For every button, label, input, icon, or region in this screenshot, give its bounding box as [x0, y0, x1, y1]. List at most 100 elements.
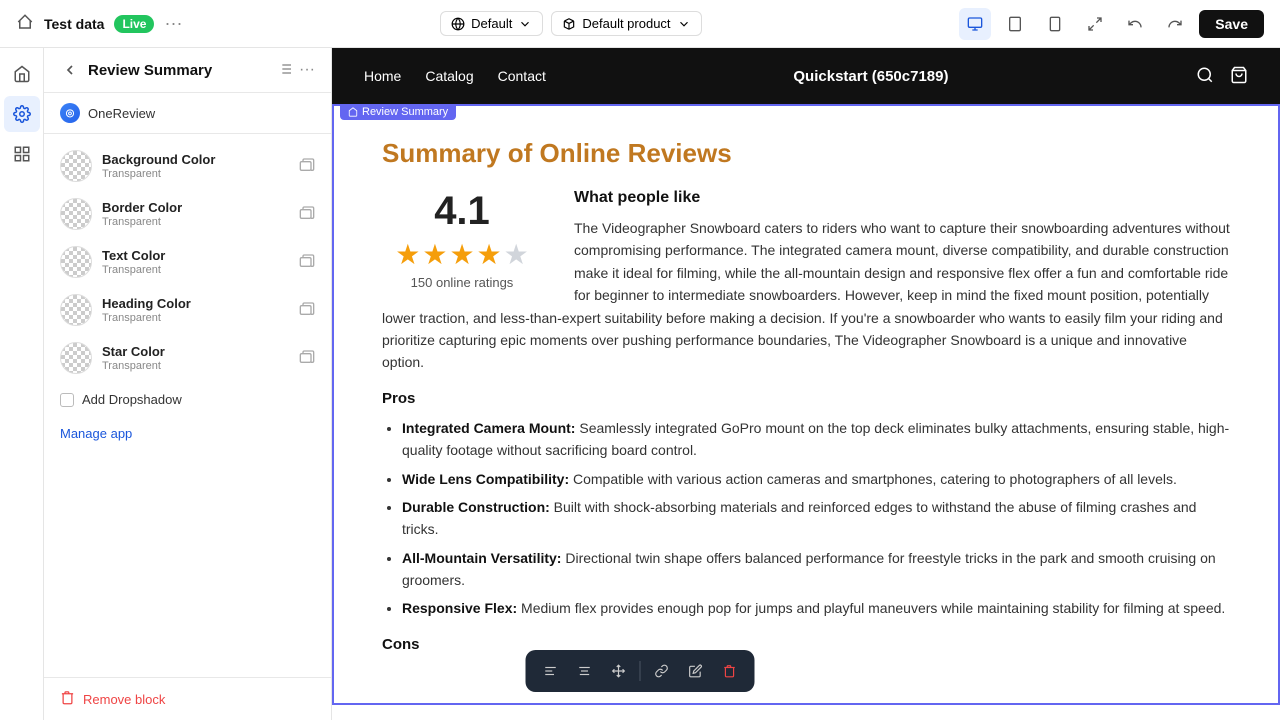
preview-content: Review Summary Summary of Online Reviews…: [332, 104, 1280, 720]
sidebar-sub-label: OneReview: [88, 106, 155, 121]
content-box: Summary of Online Reviews 4.1 ★ ★ ★ ★ ★: [332, 104, 1280, 705]
border-color-label: Border Color: [102, 200, 182, 215]
star-color-sublabel: Transparent: [102, 360, 165, 372]
manage-app-link[interactable]: Manage app: [60, 426, 132, 441]
toolbar-align-center-button[interactable]: [570, 656, 600, 686]
border-color-swatch[interactable]: [60, 198, 92, 230]
border-color-sublabel: Transparent: [102, 216, 182, 228]
sidebar-sub: ◎ OneReview: [44, 93, 331, 134]
dropshadow-label: Add Dropshadow: [82, 392, 182, 407]
background-color-swatch[interactable]: [60, 150, 92, 182]
sidebar-header-right: ···: [277, 61, 315, 80]
nav-home[interactable]: Home: [364, 68, 401, 84]
desktop-view-button[interactable]: [959, 8, 991, 40]
sidebar-list-icon[interactable]: [277, 61, 293, 80]
remove-block-button[interactable]: Remove block: [44, 677, 331, 720]
cons-heading: Cons: [382, 636, 1230, 653]
main-layout: Review Summary ··· ◎ OneReview Backgroun…: [0, 48, 1280, 720]
nav-catalog[interactable]: Catalog: [425, 68, 473, 84]
one-review-icon: ◎: [60, 103, 80, 123]
remove-block-label: Remove block: [83, 692, 165, 707]
sidebar-header-left: Review Summary: [60, 60, 212, 80]
store-title: Quickstart (650c7189): [793, 68, 948, 85]
sidebar-header: Review Summary ···: [44, 48, 331, 93]
text-color-row: Text Color Transparent: [44, 238, 331, 286]
pro-item-4: All-Mountain Versatility: Directional tw…: [402, 547, 1230, 592]
text-color-stack-icon[interactable]: [299, 253, 315, 272]
expand-button[interactable]: [1079, 8, 1111, 40]
pros-heading: Pros: [382, 390, 1230, 407]
star-5-empty: ★: [504, 238, 529, 271]
manage-app-section: Manage app: [44, 417, 331, 449]
heading-color-stack-icon[interactable]: [299, 301, 315, 320]
star-color-stack-icon[interactable]: [299, 349, 315, 368]
heading-color-sublabel: Transparent: [102, 312, 191, 324]
toolbar-move-button[interactable]: [604, 656, 634, 686]
store-navbar: Home Catalog Contact Quickstart (650c718…: [332, 48, 1280, 104]
nav-links: Home Catalog Contact: [364, 68, 546, 84]
sidebar-more-button[interactable]: ···: [299, 61, 315, 80]
more-options-button[interactable]: ···: [164, 13, 182, 34]
rating-count: 150 online ratings: [382, 275, 542, 290]
mobile-view-button[interactable]: [1039, 8, 1071, 40]
star-1: ★: [395, 238, 420, 271]
background-color-stack-icon[interactable]: [299, 157, 315, 176]
star-2: ★: [422, 238, 447, 271]
rail-home-icon[interactable]: [4, 56, 40, 92]
rail-blocks-icon[interactable]: [4, 136, 40, 172]
product-select[interactable]: Default product: [551, 11, 701, 36]
redo-button[interactable]: [1159, 8, 1191, 40]
theme-select[interactable]: Default: [440, 11, 543, 36]
floating-toolbar: [526, 650, 755, 692]
toolbar-link-button[interactable]: [647, 656, 677, 686]
star-4: ★: [477, 238, 502, 271]
rating-section: 4.1 ★ ★ ★ ★ ★ 150 online ratings: [382, 189, 542, 290]
text-color-label: Text Color: [102, 248, 165, 263]
star-color-swatch[interactable]: [60, 342, 92, 374]
review-summary-wrapper: Review Summary Summary of Online Reviews…: [332, 104, 1280, 705]
topbar-right: Save: [959, 8, 1264, 40]
dropshadow-checkbox[interactable]: [60, 393, 74, 407]
trash-icon: [60, 690, 75, 708]
nav-icons: [1196, 66, 1248, 87]
pro-item-1: Integrated Camera Mount: Seamlessly inte…: [402, 417, 1230, 462]
border-color-row: Border Color Transparent: [44, 190, 331, 238]
live-badge: Live: [114, 15, 154, 33]
topbar-left: Test data Live ···: [16, 13, 182, 34]
star-3: ★: [449, 238, 474, 271]
home-icon[interactable]: [16, 13, 34, 34]
color-settings: Background Color Transparent Border Colo…: [44, 134, 331, 677]
sidebar: Review Summary ··· ◎ OneReview Backgroun…: [44, 48, 332, 720]
summary-title: Summary of Online Reviews: [382, 138, 1230, 169]
icon-rail: [0, 48, 44, 720]
border-color-stack-icon[interactable]: [299, 205, 315, 224]
preview-area: Home Catalog Contact Quickstart (650c718…: [332, 48, 1280, 720]
search-nav-icon[interactable]: [1196, 66, 1214, 87]
save-button[interactable]: Save: [1199, 10, 1264, 38]
toolbar-edit-button[interactable]: [681, 656, 711, 686]
cart-nav-icon[interactable]: [1230, 66, 1248, 87]
heading-color-swatch[interactable]: [60, 294, 92, 326]
text-color-sublabel: Transparent: [102, 264, 165, 276]
star-rating: ★ ★ ★ ★ ★: [382, 238, 542, 271]
sidebar-title: Review Summary: [88, 62, 212, 79]
pros-list: Integrated Camera Mount: Seamlessly inte…: [382, 417, 1230, 620]
pro-item-3: Durable Construction: Built with shock-a…: [402, 496, 1230, 541]
background-color-label: Background Color: [102, 152, 215, 167]
text-color-swatch[interactable]: [60, 246, 92, 278]
toolbar-delete-button[interactable]: [715, 656, 745, 686]
toolbar-align-left-button[interactable]: [536, 656, 566, 686]
star-color-label: Star Color: [102, 344, 165, 359]
topbar-center: Default Default product: [194, 11, 947, 36]
review-summary-tag: Review Summary: [340, 104, 456, 120]
nav-contact[interactable]: Contact: [498, 68, 546, 84]
pro-item-2: Wide Lens Compatibility: Compatible with…: [402, 468, 1230, 490]
tablet-view-button[interactable]: [999, 8, 1031, 40]
rail-settings-icon[interactable]: [4, 96, 40, 132]
undo-button[interactable]: [1119, 8, 1151, 40]
toolbar-separator: [640, 661, 641, 681]
project-name: Test data: [44, 16, 104, 32]
rating-number: 4.1: [382, 189, 542, 234]
heading-color-label: Heading Color: [102, 296, 191, 311]
back-button[interactable]: [60, 60, 80, 80]
